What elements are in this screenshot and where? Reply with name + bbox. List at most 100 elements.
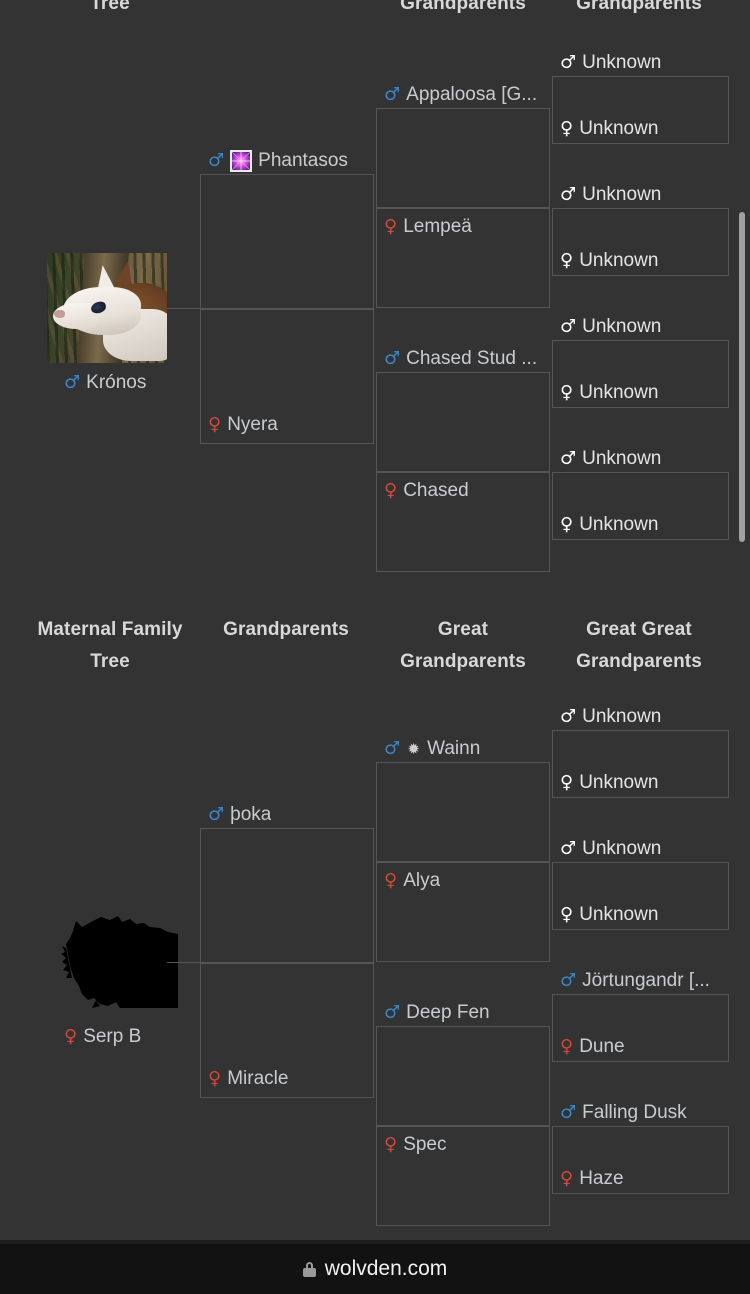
tree-node-wainn[interactable]: ♂ ✹ Wainn — [384, 738, 480, 760]
tree-node-chased[interactable]: ♀ Chased — [384, 480, 469, 502]
tree-cell-thoka — [200, 828, 374, 964]
lock-icon — [302, 1261, 316, 1277]
tree-node-label: Unknown — [582, 706, 662, 727]
small-star-icon: ✹ — [407, 739, 420, 758]
female-symbol-icon: ♀ — [560, 382, 574, 403]
tree-node-dune[interactable]: ♀ Dune — [560, 1036, 625, 1058]
tree-node-label: Deep Fen — [406, 1002, 490, 1023]
tree-cell-deep-fen — [376, 1026, 550, 1126]
wolf-portrait-serp-b[interactable] — [60, 908, 180, 1018]
tree-cell-appaloosa — [376, 108, 550, 208]
portrait-nose — [54, 310, 65, 318]
tree-node-unknown-m4: ♂ Unknown — [560, 448, 661, 470]
wolf-portrait-kronos[interactable] — [47, 253, 167, 363]
tree-node-label: Unknown — [579, 772, 659, 793]
male-symbol-icon: ♂ — [560, 316, 577, 337]
tree-node-label: Unknown — [582, 316, 662, 337]
family-tree-page: Tree Grandparents Grandparents ♂ Krónos … — [0, 0, 750, 1294]
tree-cell-wainn — [376, 762, 550, 862]
tree-node-falling-dusk[interactable]: ♂ Falling Dusk — [560, 1102, 687, 1124]
paternal-header-tree: Tree — [90, 0, 130, 14]
tree-node-mat-unknown-m1: ♂ Unknown — [560, 706, 661, 728]
tree-node-label: Lempeä — [403, 216, 472, 237]
male-symbol-icon: ♂ — [560, 970, 577, 991]
female-symbol-icon: ♀ — [208, 1068, 222, 1089]
male-symbol-icon: ♂ — [560, 184, 577, 205]
tree-node-deep-fen[interactable]: ♂ Deep Fen — [384, 1002, 490, 1024]
tree-node-unknown-f4: ♀ Unknown — [560, 514, 658, 536]
tree-node-label: Miracle — [227, 1068, 289, 1089]
tree-node-spec[interactable]: ♀ Spec — [384, 1134, 447, 1156]
tree-node-label: Unknown — [579, 514, 659, 535]
tree-node-label: Unknown — [582, 52, 662, 73]
wolf-name-serp-b[interactable]: ♀ Serp B — [64, 1026, 141, 1048]
tree-node-label: Spec — [403, 1134, 447, 1155]
url-text: wolvden.com — [324, 1257, 448, 1280]
wolf-name-kronos[interactable]: ♂ Krónos — [64, 372, 146, 394]
wolf-name-label: Serp B — [83, 1026, 142, 1047]
female-symbol-icon: ♀ — [208, 414, 222, 435]
male-symbol-icon: ♂ — [560, 448, 577, 469]
male-symbol-icon: ♂ — [384, 84, 401, 105]
male-symbol-icon: ♂ — [384, 738, 401, 759]
maternal-header-great-grandparents: Great Grandparents — [400, 619, 526, 672]
tree-node-haze[interactable]: ♀ Haze — [560, 1168, 624, 1190]
female-symbol-icon: ♀ — [384, 870, 398, 891]
tree-node-alya[interactable]: ♀ Alya — [384, 870, 440, 892]
vertical-scrollbar[interactable] — [739, 212, 745, 542]
male-symbol-icon: ♂ — [384, 348, 401, 369]
maternal-header-great-great-grandparents: Great Great Grandparents — [576, 619, 702, 672]
male-symbol-icon: ♂ — [560, 838, 577, 859]
female-symbol-icon: ♀ — [384, 480, 398, 501]
female-symbol-icon: ♀ — [384, 1134, 398, 1155]
wolf-name-label: Krónos — [86, 372, 147, 393]
tree-node-unknown-f1: ♀ Unknown — [560, 118, 658, 140]
tree-node-label: Nyera — [227, 414, 278, 435]
tree-node-label: Dune — [579, 1036, 625, 1057]
maternal-header-grandparents: Grandparents — [223, 619, 349, 640]
tree-node-phantasos[interactable]: ♂ Phantasos — [208, 150, 348, 172]
tree-node-label: Falling Dusk — [582, 1102, 687, 1123]
tree-node-jortungandr[interactable]: ♂ Jörtungandr [... — [560, 970, 710, 992]
female-symbol-icon: ♀ — [560, 1168, 574, 1189]
tree-node-unknown-m1: ♂ Unknown — [560, 52, 661, 74]
tree-node-thoka[interactable]: ♂ þoka — [208, 804, 271, 826]
tree-node-label: Wainn — [427, 738, 481, 759]
male-symbol-icon: ♂ — [560, 706, 577, 727]
lock-body — [302, 1267, 316, 1277]
female-symbol-icon: ♀ — [560, 904, 574, 925]
tree-cell-phantasos — [200, 174, 374, 310]
female-symbol-icon: ♀ — [64, 1026, 78, 1047]
tree-node-unknown-m3: ♂ Unknown — [560, 316, 661, 338]
connector-root — [167, 308, 200, 309]
tree-node-appaloosa[interactable]: ♂ Appaloosa [G... — [384, 84, 537, 106]
tree-node-unknown-m2: ♂ Unknown — [560, 184, 661, 206]
tree-node-label: Haze — [579, 1168, 624, 1189]
tree-node-label: þoka — [230, 804, 272, 825]
tree-node-label: Phantasos — [258, 150, 348, 171]
paternal-header-great-grandparents: Grandparents — [400, 0, 526, 14]
tree-node-lempea[interactable]: ♀ Lempeä — [384, 216, 472, 238]
maternal-header-tree: Maternal Family Tree — [37, 619, 183, 672]
tree-node-unknown-f3: ♀ Unknown — [560, 382, 658, 404]
female-symbol-icon: ♀ — [560, 118, 574, 139]
tree-node-label: Alya — [403, 870, 441, 891]
tree-node-nyera[interactable]: ♀ Nyera — [208, 414, 278, 436]
tree-node-mat-unknown-f2: ♀ Unknown — [560, 904, 658, 926]
tree-node-label: Unknown — [579, 904, 659, 925]
male-symbol-icon: ♂ — [560, 52, 577, 73]
tree-node-label: Unknown — [579, 382, 659, 403]
browser-url-bar[interactable]: wolvden.com — [0, 1244, 750, 1294]
tree-node-chased-stud[interactable]: ♂ Chased Stud ... — [384, 348, 537, 370]
starburst-badge-icon — [230, 150, 253, 172]
tree-node-label: Unknown — [582, 838, 662, 859]
tree-node-label: Chased Stud ... — [406, 348, 538, 369]
tree-node-mat-unknown-f1: ♀ Unknown — [560, 772, 658, 794]
tree-node-miracle[interactable]: ♀ Miracle — [208, 1068, 288, 1090]
tree-node-unknown-f2: ♀ Unknown — [560, 250, 658, 272]
female-symbol-icon: ♀ — [560, 1036, 574, 1057]
male-symbol-icon: ♂ — [208, 150, 225, 171]
tree-node-label: Chased — [403, 480, 469, 501]
male-symbol-icon: ♂ — [560, 1102, 577, 1123]
female-symbol-icon: ♀ — [384, 216, 398, 237]
